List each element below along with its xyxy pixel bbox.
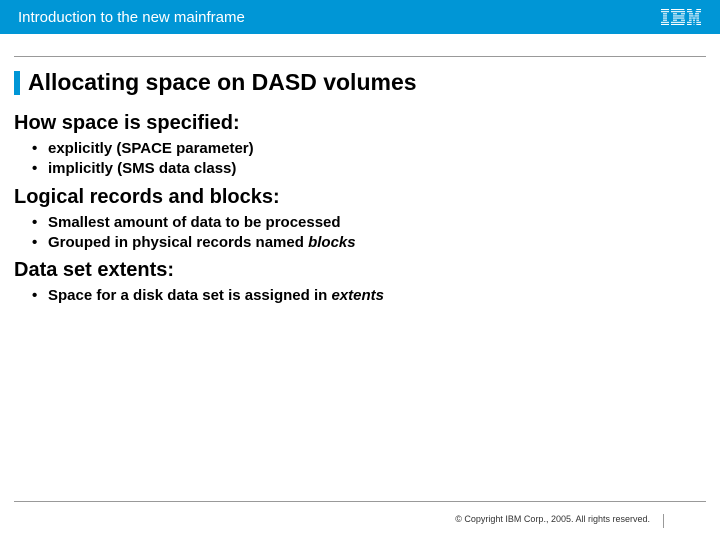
bullet-list: Smallest amount of data to be processed … (14, 213, 706, 254)
title-row: Allocating space on DASD volumes (14, 69, 706, 96)
bullet-list: explicitly (SPACE parameter) implicitly … (14, 139, 706, 180)
list-item-em: extents (331, 287, 384, 304)
footer-divider (14, 501, 706, 502)
ibm-logo-icon (660, 8, 702, 26)
header-bar: Introduction to the new mainframe (0, 0, 720, 34)
section-heading: Logical records and blocks: (14, 186, 706, 209)
list-item: Smallest amount of data to be processed (48, 213, 706, 233)
footer-tick (663, 514, 664, 528)
list-item: implicitly (SMS data class) (48, 159, 706, 179)
section-heading: How space is specified: (14, 112, 706, 135)
bullet-list: Space for a disk data set is assigned in… (14, 286, 706, 306)
list-item-text: Grouped in physical records named (48, 234, 308, 251)
list-item-em: blocks (308, 234, 356, 251)
list-item: Grouped in physical records named blocks (48, 233, 706, 253)
list-item: explicitly (SPACE parameter) (48, 139, 706, 159)
footer-copyright: © Copyright IBM Corp., 2005. All rights … (455, 514, 650, 524)
list-item: Space for a disk data set is assigned in… (48, 286, 706, 306)
slide-content: Allocating space on DASD volumes How spa… (0, 57, 720, 306)
title-accent-bar (14, 71, 20, 95)
list-item-text: Space for a disk data set is assigned in (48, 287, 331, 304)
header-title: Introduction to the new mainframe (18, 9, 245, 26)
section-heading: Data set extents: (14, 259, 706, 282)
slide-title: Allocating space on DASD volumes (28, 69, 417, 96)
